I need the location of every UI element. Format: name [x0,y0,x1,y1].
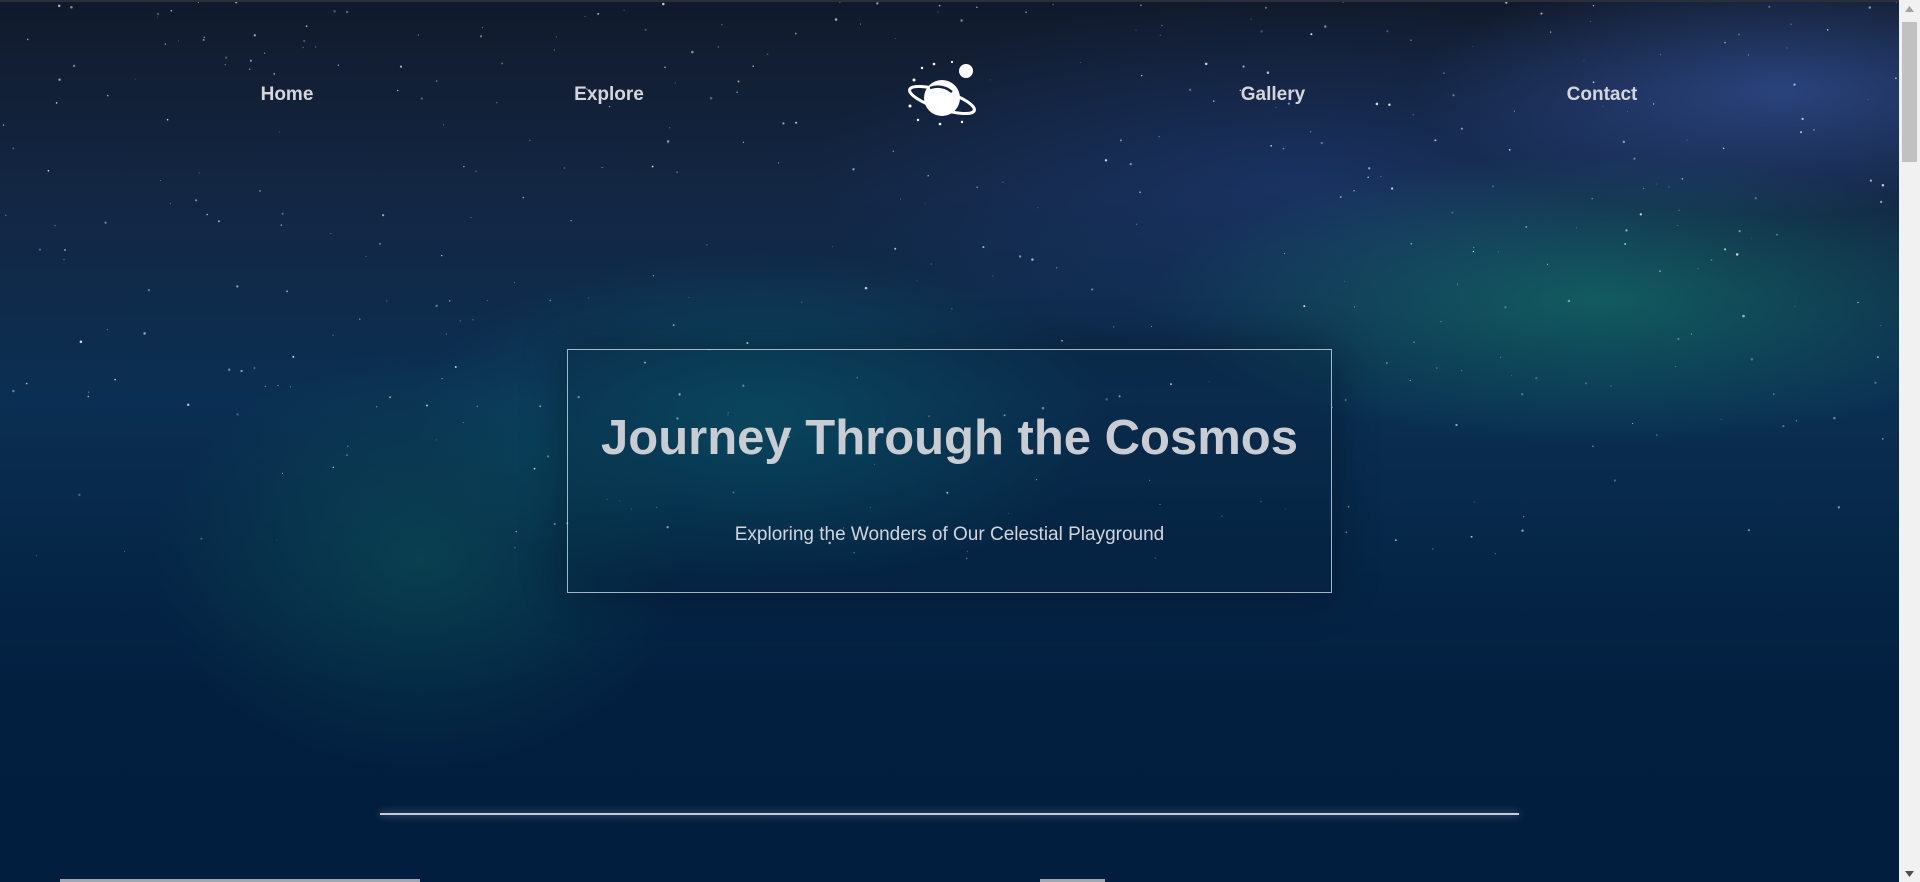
nav-gallery[interactable]: Gallery [1241,84,1305,106]
nav-contact[interactable]: Contact [1567,84,1638,106]
nav-explore[interactable]: Explore [574,84,644,106]
planet-icon [908,60,976,126]
main-navigation: Home Explore Gallery Contact [0,0,1899,190]
hero-banner: Journey Through the Cosmos Exploring the… [567,349,1332,593]
logo-link[interactable] [904,58,980,128]
scrollbar-thumb[interactable] [1902,22,1917,162]
nav-home[interactable]: Home [261,84,314,106]
section-divider [380,813,1519,815]
scroll-down-arrow-icon[interactable] [1899,865,1920,882]
page: Home Explore Gallery Contact Journey Thr… [0,0,1920,882]
vertical-scrollbar[interactable] [1899,0,1920,882]
hero-title: Journey Through the Cosmos [601,411,1298,465]
scroll-up-arrow-icon[interactable] [1899,0,1920,17]
hero-subtitle: Exploring the Wonders of Our Celestial P… [734,524,1165,545]
window-top-border [0,0,1920,2]
